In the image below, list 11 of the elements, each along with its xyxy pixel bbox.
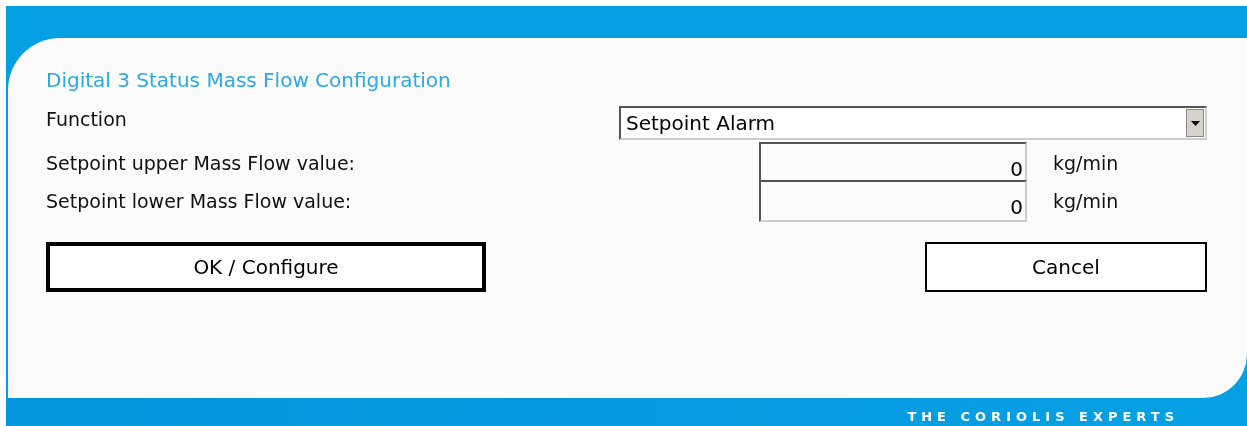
field-label: Setpoint upper Mass Flow value: [46, 152, 355, 174]
value-input-field[interactable]: 0 [759, 180, 1027, 222]
function-dropdown[interactable]: Setpoint Alarm [619, 106, 1207, 140]
field-label: Setpoint lower Mass Flow value: [46, 190, 352, 212]
function-label: Function [46, 108, 127, 130]
dialog-title: Digital 3 Status Mass Flow Configuration [46, 68, 451, 92]
tagline: THE CORIOLIS EXPERTS [907, 409, 1179, 424]
ok-button[interactable]: OK / Configure [46, 242, 486, 292]
unit-label: kg/min [1052, 152, 1120, 174]
unit-label: kg/min [1052, 190, 1120, 212]
cancel-button[interactable]: Cancel [925, 242, 1207, 292]
